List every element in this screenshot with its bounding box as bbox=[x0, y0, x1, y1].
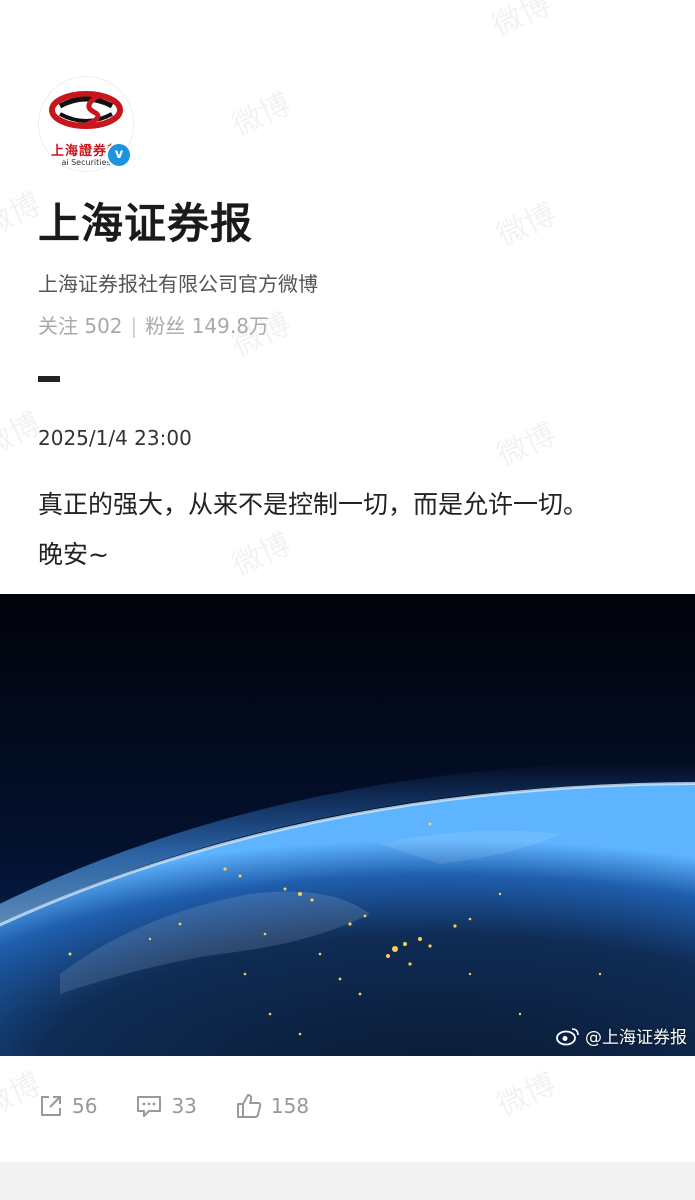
followers-count[interactable]: 149.8万 bbox=[192, 314, 269, 338]
comment-icon bbox=[137, 1096, 162, 1117]
weibo-icon bbox=[556, 1027, 579, 1045]
stats-divider: | bbox=[130, 314, 138, 338]
action-bar: 56 33 158 bbox=[38, 1092, 347, 1120]
profile-stats: 关注 502 | 粉丝 149.8万 bbox=[38, 310, 269, 339]
profile-name[interactable]: 上海证券报 bbox=[38, 190, 253, 251]
following-count[interactable]: 502 bbox=[84, 314, 122, 338]
post-text-line: 晚安~ bbox=[38, 540, 109, 569]
section-divider bbox=[38, 376, 60, 382]
like-count: 158 bbox=[270, 1094, 310, 1118]
verified-badge-icon: v bbox=[106, 142, 132, 168]
footer-bar bbox=[0, 1162, 695, 1200]
thumbs-up-icon bbox=[236, 1094, 262, 1118]
post-timestamp: 2025/1/4 23:00 bbox=[38, 426, 192, 450]
watermark: 微博 bbox=[491, 196, 562, 254]
post-text-line: 真正的强大，从来不是控制一切，而是允许一切。 bbox=[38, 490, 589, 519]
post-image[interactable]: @上海证券报 bbox=[0, 594, 695, 1056]
earth-image bbox=[0, 594, 695, 1056]
watermark: 微博 bbox=[226, 86, 297, 144]
watermark: 微博 bbox=[491, 416, 562, 474]
image-watermark: @上海证券报 bbox=[555, 1023, 687, 1048]
following-label: 关注 bbox=[38, 314, 78, 338]
share-button[interactable]: 56 bbox=[38, 1093, 97, 1119]
followers-label: 粉丝 bbox=[145, 314, 186, 338]
watermark: 微博 bbox=[491, 1066, 562, 1124]
watermark: 微博 bbox=[486, 0, 557, 44]
share-icon bbox=[41, 1096, 61, 1116]
share-count: 56 bbox=[72, 1094, 98, 1118]
avatar[interactable]: 上海證券報 ai Securities v bbox=[38, 76, 134, 172]
image-watermark-text: @上海证券报 bbox=[585, 1028, 687, 1048]
comment-count: 33 bbox=[171, 1094, 197, 1118]
comment-button[interactable]: 33 bbox=[135, 1093, 197, 1119]
like-button[interactable]: 158 bbox=[235, 1092, 309, 1120]
profile-description: 上海证券报社有限公司官方微博 bbox=[38, 272, 318, 296]
post-text: 真正的强大，从来不是控制一切，而是允许一切。 晚安~ bbox=[38, 480, 678, 580]
